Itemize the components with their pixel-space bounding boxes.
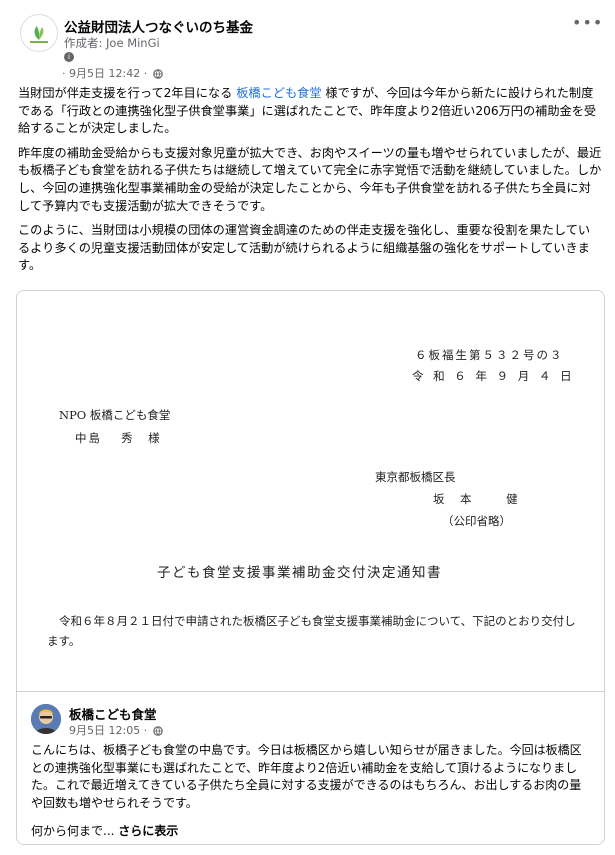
post-paragraph-1: 当財団が伴走支援を行って2年目になる 板橋こども食堂 様ですが、今回は今年から新… (18, 85, 602, 138)
doc-seal-note: （公印省略） (442, 514, 511, 528)
shared-post-text: こんにちは、板橋子ども食堂の中島です。今日は板橋区から嬉しい知らせが届きました。… (31, 743, 582, 810)
see-more-link[interactable]: さらに表示 (118, 824, 178, 838)
globe-icon (152, 69, 163, 79)
doc-recipient-org: NPO 板橋こども食堂 (59, 408, 171, 422)
post-paragraph-3: このように、当財団は小規模の団体の運営資金調達のための伴走支援を強化し、重要な役… (18, 223, 591, 273)
author-line: 作成者: Joe MinGi (64, 35, 160, 51)
shared-post-author[interactable]: 板橋こども食堂 (69, 704, 157, 723)
doc-sender-office: 東京都板橋区長 (375, 470, 456, 484)
leaf-logo-icon (25, 19, 53, 47)
doc-sender-name: 坂 本 健 (433, 492, 520, 506)
shared-post-truncated-text: 何から何まで... (31, 824, 115, 838)
author-label: 作成者: (64, 36, 107, 50)
doc-date: 令 和 ６ 年 ９ 月 ４ 日 (412, 369, 575, 383)
page-link[interactable]: 板橋こども食堂 (236, 86, 321, 100)
person-photo-icon (31, 704, 61, 734)
doc-body: 令和６年８月２１日付で申請された板橋区子ども食堂支援事業補助金について、下記のと… (47, 614, 576, 648)
doc-title: 子ども食堂支援事業補助金交付決定通知書 (157, 565, 442, 581)
post-header: 公益財団法人つなぐいのち基金 作成者: Joe MinGi i · 9月5日 1… (20, 14, 602, 84)
org-avatar[interactable] (20, 14, 58, 52)
more-horizontal-icon[interactable]: ••• (572, 15, 602, 36)
shared-post: 板橋こども食堂 9月5日 12:05 · こんにちは、板橋子ども食堂の中島です。… (17, 691, 604, 844)
globe-icon (152, 726, 163, 736)
org-name[interactable]: 公益財団法人つなぐいのち基金 (64, 16, 253, 36)
doc-recipient-name: 中島 秀 様 (75, 431, 162, 445)
post-paragraph-2: 昨年度の補助金受給からも支援対象児童が拡大でき、お肉やスイーツの量も増やせられて… (18, 145, 602, 213)
notice-document-image[interactable]: ６板福生第５３２号の３ 令 和 ６ 年 ９ 月 ４ 日 NPO 板橋こども食堂 … (17, 291, 604, 691)
shared-post-timestamp[interactable]: 9月5日 12:05 (69, 724, 140, 737)
post-meta: · 9月5日 12:42 · (62, 65, 163, 81)
doc-reference-number: ６板福生第５３２号の３ (415, 348, 564, 362)
shared-post-card[interactable]: ６板福生第５３２号の３ 令 和 ６ 年 ９ 月 ４ 日 NPO 板橋こども食堂 … (16, 290, 605, 845)
shared-post-meta: 9月5日 12:05 · (69, 722, 163, 738)
shared-post-more: 何から何まで... さらに表示 (31, 822, 178, 839)
author-name[interactable]: Joe MinGi (106, 36, 160, 50)
post-text-segment: 当財団が伴走支援を行って2年目になる (18, 86, 237, 100)
avatar[interactable] (31, 704, 61, 734)
facebook-post: 公益財団法人つなぐいのち基金 作成者: Joe MinGi i · 9月5日 1… (0, 0, 615, 855)
post-body: 当財団が伴走支援を行って2年目になる 板橋こども食堂 様ですが、今回は今年から新… (18, 85, 602, 282)
post-timestamp[interactable]: 9月5日 12:42 (69, 67, 140, 80)
info-icon: i (64, 52, 74, 62)
